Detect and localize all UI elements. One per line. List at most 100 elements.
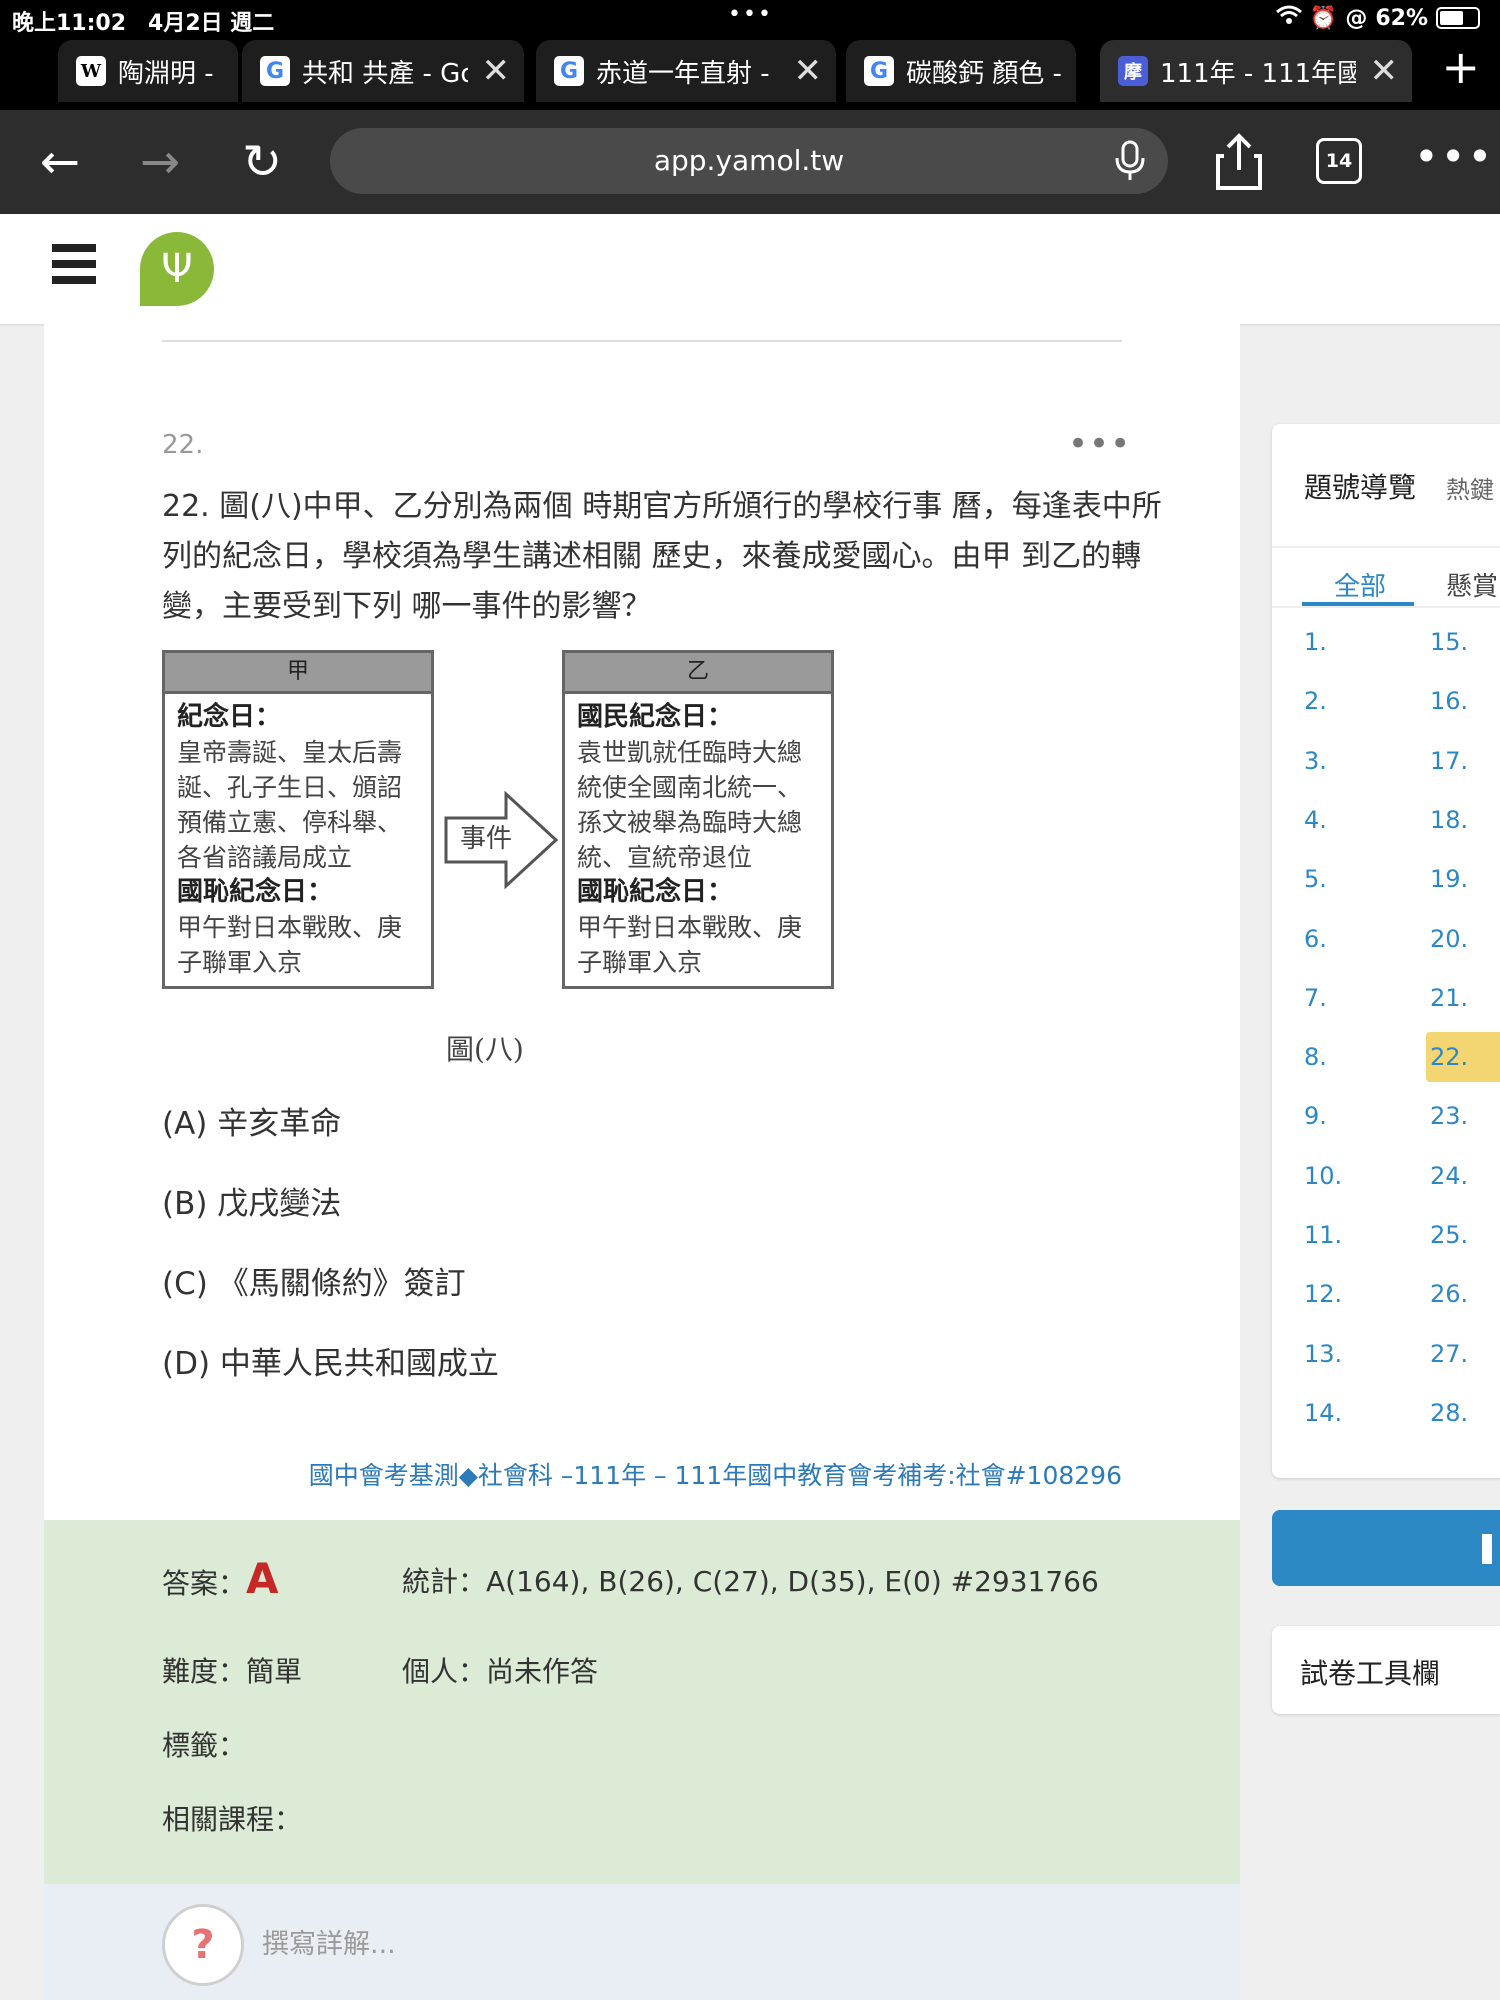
table-heading: 紀念日：: [177, 702, 282, 732]
hamburger-menu-icon[interactable]: [52, 244, 96, 292]
google-icon: G: [554, 56, 584, 86]
table-heading: 國民紀念日：: [577, 702, 734, 732]
table-text: 皇帝壽誕、皇太后壽誕、孔子生日、頒詔預備立憲、停科舉、各省諮議局成立: [177, 738, 403, 872]
question-nav-item[interactable]: 12.: [1304, 1280, 1342, 1308]
tab-title: 111年 - 111年國: [1160, 58, 1356, 89]
divider: [1272, 606, 1500, 608]
close-tab-icon[interactable]: ✕: [1370, 51, 1399, 91]
question-nav-item[interactable]: 22.: [1430, 1043, 1468, 1071]
question-nav-item[interactable]: 14.: [1304, 1399, 1342, 1427]
question-nav-item[interactable]: 6.: [1304, 925, 1327, 953]
url-text: app.yamol.tw: [653, 144, 845, 177]
question-nav-item[interactable]: 15.: [1430, 628, 1468, 656]
share-icon[interactable]: [1214, 132, 1264, 192]
answer-label: 答案：: [162, 1567, 247, 1600]
tab-title: 碳酸鈣 顏色 -: [906, 58, 1062, 89]
bar-icon: [1482, 1534, 1492, 1564]
browser-tab-active[interactable]: 摩 111年 - 111年國 ✕: [1100, 40, 1412, 102]
tab-bounty[interactable]: 懸賞: [1446, 566, 1498, 603]
address-bar[interactable]: app.yamol.tw: [330, 128, 1168, 194]
answer-stats: 統計：A(164), B(26), C(27), D(35), E(0) #29…: [402, 1565, 1099, 1598]
alarm-icon: ⏰: [1309, 5, 1338, 31]
comment-input[interactable]: 撰寫詳解...: [262, 1922, 396, 1961]
question-nav-item[interactable]: 2.: [1304, 687, 1327, 715]
question-number: 22.: [162, 430, 204, 460]
option-d[interactable]: (D) 中華人民共和國成立: [162, 1338, 499, 1383]
tags: 標籤：: [162, 1729, 247, 1762]
question-nav-item[interactable]: 8.: [1304, 1043, 1327, 1071]
microphone-icon[interactable]: [1112, 140, 1148, 182]
question-nav-item[interactable]: 13.: [1304, 1340, 1342, 1368]
reload-icon[interactable]: ↻: [232, 132, 292, 192]
question-nav-item[interactable]: 19.: [1430, 865, 1468, 893]
more-menu-icon[interactable]: •••: [1414, 132, 1494, 181]
figure-table-right: 乙 國民紀念日： 袁世凱就任臨時大總統使全國南北統一、孫文被舉為臨時大總統、宣統…: [562, 650, 834, 989]
hotkey-link[interactable]: 熱鍵: [1446, 470, 1494, 505]
question-nav-item[interactable]: 23.: [1430, 1102, 1468, 1130]
table-header: 乙: [565, 653, 831, 694]
question-nav-item[interactable]: 5.: [1304, 865, 1327, 893]
figure-caption: 圖(八): [446, 1033, 524, 1066]
question-figure: 甲 紀念日： 皇帝壽誕、皇太后壽誕、孔子生日、頒詔預備立憲、停科舉、各省諮議局成…: [162, 650, 842, 1070]
question-nav-item[interactable]: 7.: [1304, 984, 1327, 1012]
browser-tab[interactable]: G 赤道一年直射 - ✕: [536, 40, 836, 102]
arrow-label: 事件: [460, 824, 513, 854]
site-logo[interactable]: Ψ: [140, 232, 214, 306]
browser-tab[interactable]: G 共和 共產 - Goo ✕: [242, 40, 524, 102]
question-nav-item[interactable]: 17.: [1430, 747, 1468, 775]
option-c[interactable]: (C) 《馬關條約》簽訂: [162, 1258, 466, 1303]
nav-title: 題號導覽: [1304, 471, 1417, 504]
question-nav-item[interactable]: 26.: [1430, 1280, 1468, 1308]
question-nav-item[interactable]: 24.: [1430, 1162, 1468, 1190]
question-nav-item[interactable]: 16.: [1430, 687, 1468, 715]
personal-status: 個人：尚未作答: [402, 1655, 599, 1688]
question-nav-item[interactable]: 11.: [1304, 1221, 1342, 1249]
multitask-dots-icon[interactable]: •••: [728, 2, 773, 27]
browser-tab-bar: W 陶淵明 - G 共和 共產 - Goo ✕ G 赤道一年直射 - ✕ G 碳…: [0, 36, 1500, 110]
site-header: Ψ: [0, 214, 1500, 324]
option-a[interactable]: (A) 辛亥革命: [162, 1098, 341, 1143]
question-nav-item[interactable]: 1.: [1304, 628, 1327, 656]
battery-percent: 62%: [1375, 5, 1428, 31]
question-nav-item[interactable]: 20.: [1430, 925, 1468, 953]
question-text: 22. 圖(八)中甲、乙分別為兩個 時期官方所頒行的學校行事 曆，每逢表中所列的…: [162, 489, 1162, 624]
question-nav-item[interactable]: 27.: [1430, 1340, 1468, 1368]
close-tab-icon[interactable]: ✕: [482, 51, 511, 91]
question-nav-item[interactable]: 21.: [1430, 984, 1468, 1012]
table-header: 甲: [165, 653, 431, 694]
question-nav-item[interactable]: 10.: [1304, 1162, 1342, 1190]
close-tab-icon[interactable]: ✕: [794, 51, 823, 91]
question-more-icon[interactable]: •••: [1068, 424, 1131, 464]
new-tab-icon[interactable]: +: [1441, 40, 1480, 94]
avatar: ?: [162, 1904, 244, 1986]
comment-bar: ? 撰寫詳解...: [44, 1884, 1240, 2000]
status-time: 晚上11:02 4月2日 週二: [12, 11, 275, 36]
difficulty: 難度：簡單: [162, 1655, 303, 1688]
forward-arrow-icon[interactable]: →: [130, 132, 190, 192]
back-arrow-icon[interactable]: ←: [30, 132, 90, 192]
question-nav-item[interactable]: 25.: [1430, 1221, 1468, 1249]
question-nav-item[interactable]: 9.: [1304, 1102, 1327, 1130]
question-nav-item[interactable]: 3.: [1304, 747, 1327, 775]
tab-all[interactable]: 全部: [1334, 566, 1386, 603]
exam-toolbox[interactable]: 試卷工具欄: [1272, 1626, 1500, 1714]
browser-tab[interactable]: W 陶淵明 -: [58, 40, 238, 102]
yamol-icon: 摩: [1118, 56, 1148, 86]
option-b[interactable]: (B) 戊戌變法: [162, 1178, 341, 1223]
question-nav-item[interactable]: 28.: [1430, 1399, 1468, 1427]
divider: [1272, 546, 1500, 548]
table-heading: 國恥紀念日：: [177, 877, 334, 907]
tab-count-button[interactable]: 14: [1316, 138, 1362, 184]
google-icon: G: [864, 56, 894, 86]
action-button[interactable]: [1272, 1510, 1500, 1586]
question-nav-item[interactable]: 18.: [1430, 806, 1468, 834]
question-source-link[interactable]: 國中會考基測◆社會科 –111年 – 111年國中教育會考補考:社會#10829…: [162, 1456, 1122, 1492]
related-courses: 相關課程：: [162, 1803, 303, 1836]
figure-table-left: 甲 紀念日： 皇帝壽誕、皇太后壽誕、孔子生日、頒詔預備立憲、停科舉、各省諮議局成…: [162, 650, 434, 989]
tab-title: 赤道一年直射 -: [596, 58, 770, 89]
question-nav-item[interactable]: 4.: [1304, 806, 1327, 834]
table-text: 袁世凱就任臨時大總統使全國南北統一、孫文被舉為臨時大總統、宣統帝退位: [577, 738, 803, 872]
answer-row: 答案：A: [162, 1554, 279, 1603]
browser-tab[interactable]: G 碳酸鈣 顏色 -: [846, 40, 1076, 102]
question-nav-panel: 題號導覽 熱鍵 全部 懸賞 1. 15. 2. 16. 3. 17. 4. 18. 5. 19. 6…: [1272, 424, 1500, 1478]
